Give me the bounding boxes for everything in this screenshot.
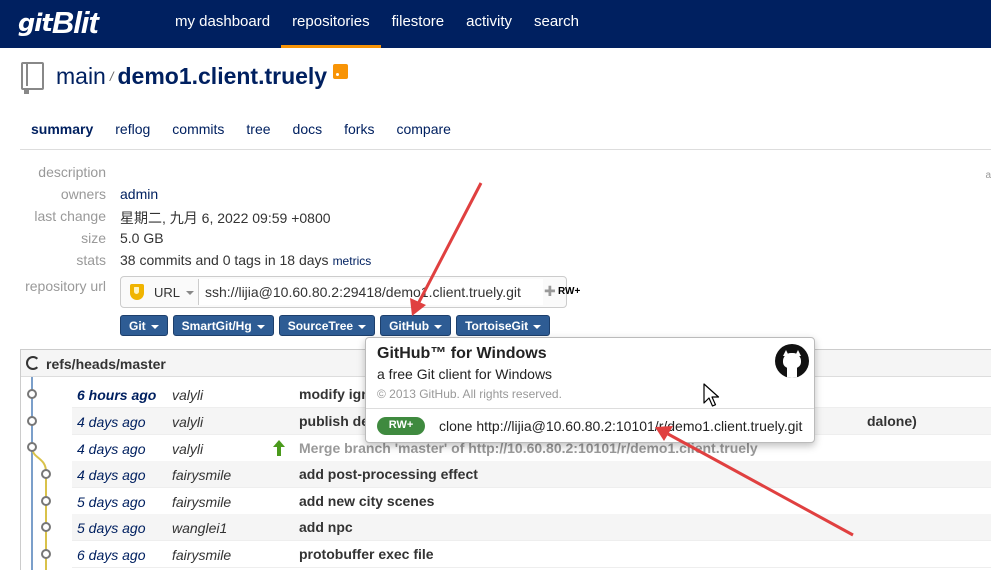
stats-label: stats [76,252,106,268]
chevron-down-icon [186,291,195,296]
commit-author[interactable]: fairysmile [172,494,231,510]
popup-subtitle: a free Git client for Windows [377,366,553,382]
commit-message-tail: dalone) [867,413,917,429]
commit-date: 4 days ago [77,467,146,483]
commit-date: 4 days ago [77,414,146,430]
commit-node [41,522,51,532]
tab-docs[interactable]: docs [282,110,334,149]
nav-repositories[interactable]: repositories [281,0,381,48]
repo-url-label: repository url [25,278,106,294]
repo-separator: / [109,68,114,84]
commit-author[interactable]: fairysmile [172,467,231,483]
commit-author[interactable]: valyli [172,414,203,430]
description-label: description [38,164,106,180]
metrics-link[interactable]: metrics [333,254,372,268]
popup-copyright: © 2013 GitHub. All rights reserved. [377,387,562,401]
tab-summary[interactable]: summary [20,110,104,149]
sourcetree-button[interactable]: SourceTree [278,315,376,336]
logo-text: Blit [51,5,99,40]
commit-node [41,496,51,506]
github-octocat-icon [775,344,809,378]
commit-node [41,549,51,559]
smartgit-button[interactable]: SmartGit/Hg [172,315,274,336]
commit-row[interactable]: 5 days ago wanglei1 add npc [72,514,991,541]
commit-message[interactable]: add new city scenes [299,493,434,509]
size-row: size 5.0 GB [0,230,500,252]
merge-arrow-icon [273,440,285,456]
commit-node [27,389,37,399]
logo-mark: git [18,9,53,37]
branch-title-link[interactable]: refs/heads/master [46,356,166,372]
commit-node [27,416,37,426]
rss-feed-icon[interactable] [333,63,349,79]
owners-label: owners [60,186,106,202]
commit-date: 4 days ago [77,441,146,457]
stats-value: 38 commits and 0 tags in 18 days [120,252,329,268]
size-value: 5.0 GB [120,230,164,246]
commit-author[interactable]: valyli [172,387,203,403]
repository-url-box: URL ssh://lijia@10.60.80.2:29418/demo1.c… [120,276,567,308]
commit-message[interactable]: add npc [299,519,353,535]
commit-author[interactable]: wanglei1 [172,520,227,536]
nav-my-dashboard[interactable]: my dashboard [164,0,281,48]
commit-row[interactable]: 4 days ago fairysmile add post-processin… [72,461,991,488]
tab-tree[interactable]: tree [235,110,281,149]
commit-message[interactable]: modify ign [299,386,370,402]
commit-author[interactable]: valyli [172,441,203,457]
nav-search[interactable]: search [523,0,590,48]
right-edge-marker: a [985,170,991,181]
tab-commits[interactable]: commits [161,110,235,149]
git-button[interactable]: Git [120,315,168,336]
commit-graph [27,377,51,570]
commit-message[interactable]: protobuffer exec file [299,546,434,562]
owners-row: owners admin [0,186,500,208]
repo-header: main / demo1.client.truely [19,58,349,94]
commit-node [27,442,37,452]
popup-title: GitHub™ for Windows [377,345,547,362]
size-label: size [81,230,106,246]
tab-reflog[interactable]: reflog [104,110,161,149]
commit-row[interactable]: 5 days ago fairysmile add new city scene… [72,488,991,515]
repo-url-row: repository url [0,278,106,300]
commit-date: 6 hours ago [77,387,157,403]
commit-node [41,469,51,479]
clone-link[interactable]: clone http://lijia@10.60.80.2:10101/r/de… [439,418,802,434]
tab-forks[interactable]: forks [333,110,385,149]
commit-message[interactable]: add post-processing effect [299,466,478,482]
owner-admin-link[interactable]: admin [120,186,158,202]
tortoisegit-button[interactable]: TortoiseGit [456,315,551,336]
github-clone-popup: GitHub™ for Windows a free Git client fo… [365,337,815,443]
commit-author[interactable]: fairysmile [172,547,231,563]
main-nav: my dashboard repositories filestore acti… [164,0,590,48]
repo-owner-link[interactable]: main [56,63,106,90]
description-row: description [0,164,106,186]
popup-divider [366,408,814,409]
last-change-value: 星期二, 九月 6, 2022 09:59 +0800 [120,210,331,226]
last-change-row: last change 星期二, 九月 6, 2022 09:59 +0800 [0,208,500,230]
permission-badge: RW+ [377,417,425,435]
top-navbar: git Blit my dashboard repositories filest… [0,0,991,48]
last-change-label: last change [34,208,106,224]
gitblit-logo[interactable]: git Blit [18,4,99,42]
clone-app-buttons: Git SmartGit/Hg SourceTree GitHub Tortoi… [120,315,555,336]
commit-date: 5 days ago [77,520,146,536]
repository-url-field[interactable]: ssh://lijia@10.60.80.2:29418/demo1.clien… [198,279,543,305]
url-permission-label: RW+ [558,286,581,297]
refresh-icon[interactable] [26,356,40,370]
commit-date: 5 days ago [77,494,146,510]
stats-row: stats 38 commits and 0 tags in 18 days me… [0,252,500,274]
nav-activity[interactable]: activity [455,0,523,48]
commit-message[interactable]: publish de [299,413,369,429]
shield-icon [130,284,144,300]
repo-name-link[interactable]: demo1.client.truely [117,63,327,90]
repo-subnav: summary reflog commits tree docs forks c… [20,110,991,150]
commit-row[interactable]: 6 days ago fairysmile protobuffer exec f… [72,541,991,568]
url-protocol-select[interactable]: URL [154,285,195,300]
github-button[interactable]: GitHub [380,315,452,336]
mouse-pointer-icon [703,383,720,407]
repository-book-icon [19,60,46,94]
nav-filestore[interactable]: filestore [381,0,456,48]
commit-date: 6 days ago [77,547,146,563]
tab-compare[interactable]: compare [385,110,461,149]
